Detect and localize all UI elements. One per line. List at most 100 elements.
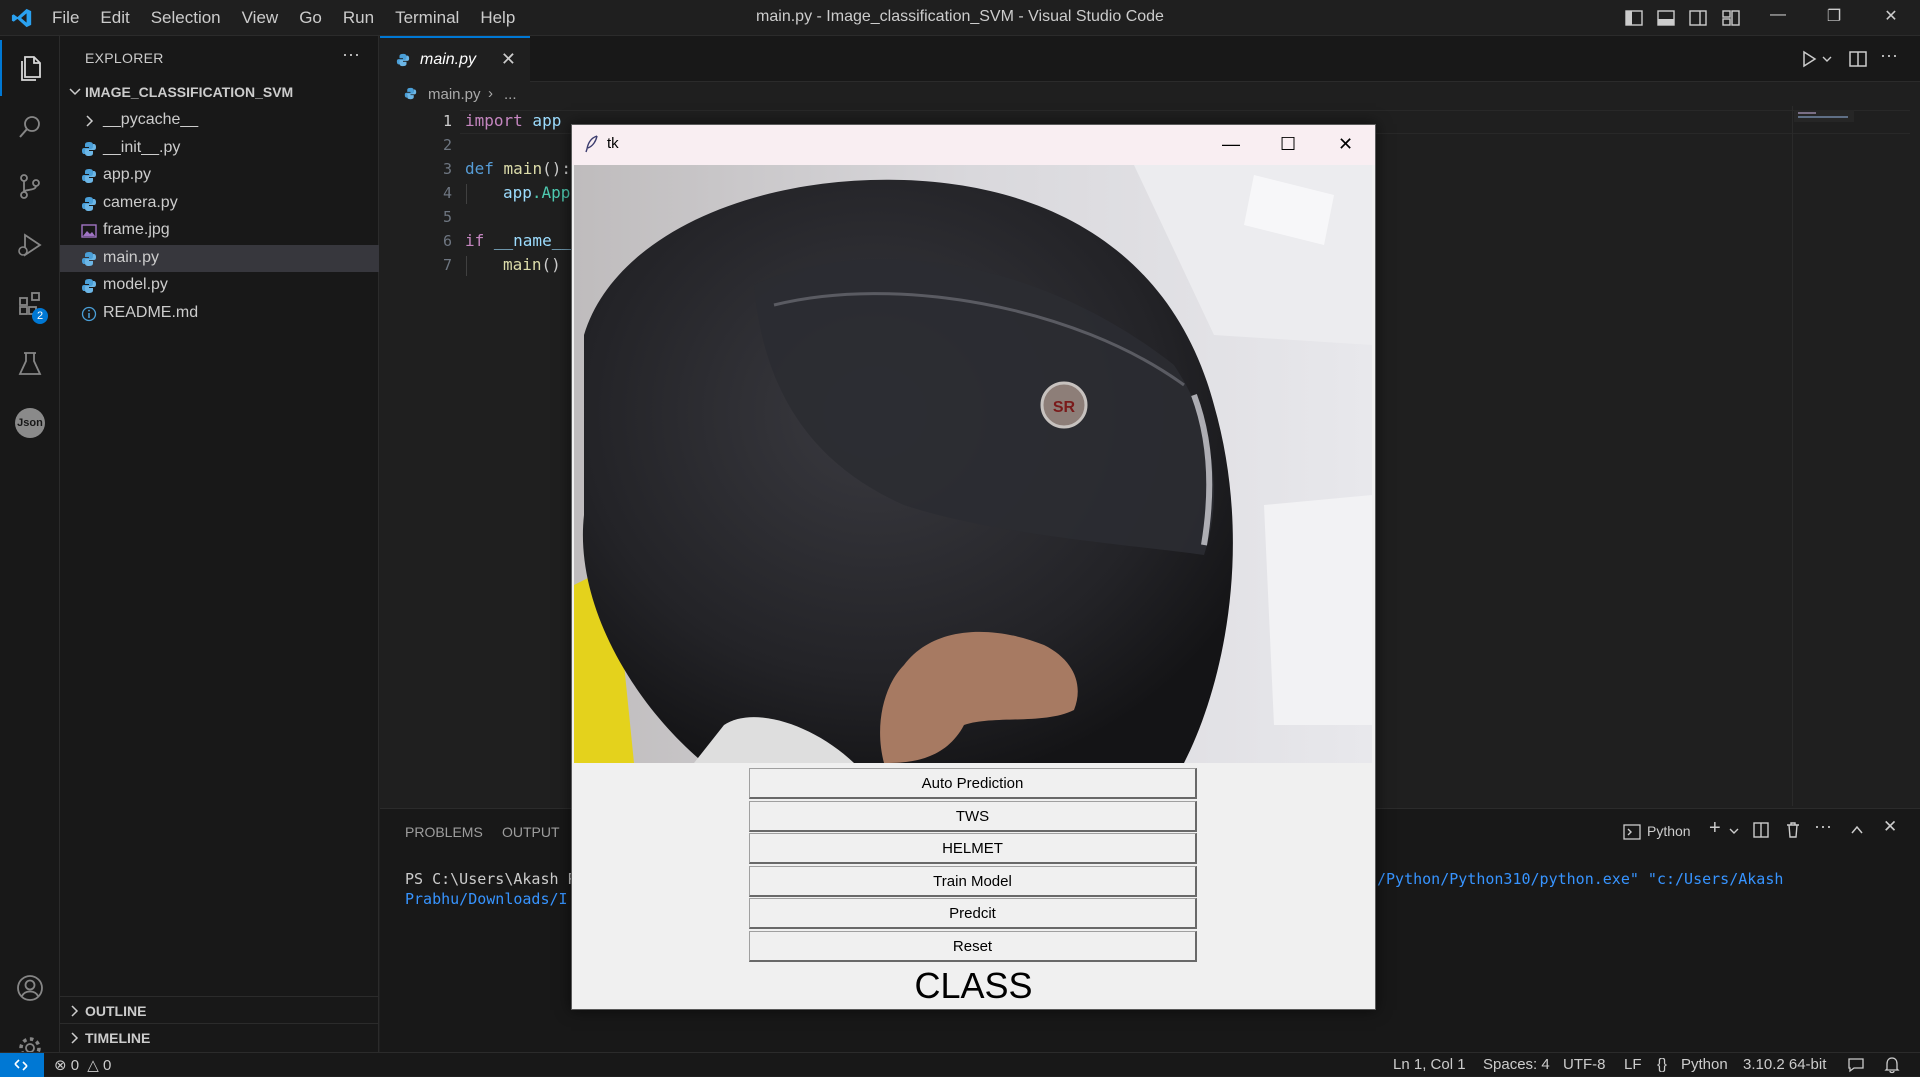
terminal-selector[interactable]: Python [1623, 821, 1693, 843]
code-line-3: def main(): [465, 159, 571, 178]
code-line-6: if __name__ [465, 231, 571, 250]
python-file-icon [82, 142, 96, 156]
reset-button[interactable]: Reset [749, 931, 1197, 962]
train-model-button[interactable]: Train Model [749, 866, 1197, 897]
more-actions-icon[interactable]: ··· [1814, 816, 1832, 837]
chevron-right-icon [71, 1005, 79, 1017]
chevron-right-icon [71, 1032, 79, 1044]
chevron-down-icon[interactable] [1729, 826, 1739, 836]
customize-layout-icon[interactable] [1721, 8, 1741, 28]
tab-close-icon[interactable]: ✕ [501, 49, 516, 70]
minimap[interactable] [1794, 110, 1854, 122]
auto-prediction-button[interactable]: Auto Prediction [749, 768, 1197, 799]
tree-file-init[interactable]: __init__.py [60, 135, 379, 162]
tab-output[interactable]: OUTPUT [502, 824, 560, 840]
timeline-section[interactable]: TIMELINE [60, 1023, 379, 1050]
breadcrumb-symbol[interactable]: ... [504, 86, 517, 103]
tab-main-py[interactable]: main.py ✕ [380, 36, 530, 82]
toggle-secondary-sidebar-icon[interactable] [1688, 8, 1708, 28]
menu-edit[interactable]: Edit [100, 8, 129, 28]
tk-maximize-icon[interactable]: ☐ [1280, 134, 1296, 155]
line-number: 5 [442, 208, 452, 226]
menu-run[interactable]: Run [343, 8, 374, 28]
menu-selection[interactable]: Selection [151, 8, 221, 28]
tree-file-app[interactable]: app.py [60, 162, 379, 189]
class-result-label: CLASS [914, 965, 1033, 1006]
tws-button[interactable]: TWS [749, 801, 1197, 832]
line-number: 6 [442, 232, 452, 250]
toggle-panel-icon[interactable] [1656, 8, 1676, 28]
tree-file-camera[interactable]: camera.py [60, 190, 379, 217]
problems-status[interactable]: ⊗ 0 △ 0 [54, 1056, 111, 1074]
line-number: 7 [442, 256, 452, 274]
tab-problems[interactable]: PROBLEMS [405, 824, 483, 840]
encoding-status[interactable]: UTF-8 [1563, 1056, 1606, 1073]
helmet-button[interactable]: HELMET [749, 833, 1197, 864]
cursor-position[interactable]: Ln 1, Col 1 [1393, 1056, 1466, 1073]
more-actions-icon[interactable]: ··· [342, 44, 360, 65]
outline-section[interactable]: OUTLINE [60, 996, 379, 1023]
workspace-root-folder[interactable]: IMAGE_CLASSIFICATION_SVM [60, 80, 379, 104]
tree-file-model[interactable]: model.py [60, 272, 379, 299]
tree-file-main[interactable]: main.py [60, 245, 379, 272]
explorer-activity-icon[interactable] [0, 40, 60, 96]
extensions-badge: 2 [32, 308, 48, 324]
toggle-primary-sidebar-icon[interactable] [1624, 8, 1644, 28]
minimize-icon[interactable]: — [1763, 6, 1793, 30]
menu-file[interactable]: File [52, 8, 79, 28]
terminal-icon [1623, 824, 1641, 840]
tree-folder-pycache[interactable]: __pycache__ [60, 107, 379, 134]
search-activity-icon[interactable] [0, 99, 60, 155]
feedback-icon[interactable] [1847, 1057, 1865, 1073]
camera-feed: SR [574, 165, 1372, 763]
run-debug-icon[interactable] [0, 217, 60, 273]
maximize-panel-icon[interactable] [1850, 823, 1864, 837]
eol-status[interactable]: LF [1624, 1056, 1642, 1073]
indent-guide [466, 256, 467, 276]
python-file-icon [82, 197, 96, 211]
split-editor-icon[interactable] [1848, 49, 1868, 69]
menu-view[interactable]: View [242, 8, 279, 28]
tk-minimize-icon[interactable]: — [1222, 134, 1240, 155]
line-number: 1 [442, 112, 452, 130]
tk-window-title: tk [607, 135, 619, 152]
accounts-icon[interactable] [0, 960, 60, 1016]
braces-icon: {} [1657, 1056, 1668, 1073]
terminal-command-right: /Python/Python310/python.exe" "c:/Users/… [1377, 870, 1784, 888]
language-mode[interactable]: Python [1681, 1056, 1728, 1073]
split-terminal-icon[interactable] [1752, 821, 1770, 839]
error-icon: ⊗ [54, 1057, 67, 1074]
tree-file-frame[interactable]: frame.jpg [60, 217, 379, 244]
source-control-icon[interactable] [0, 158, 60, 214]
notifications-bell-icon[interactable] [1884, 1056, 1900, 1074]
json-extension-icon[interactable]: Json [0, 395, 60, 451]
breadcrumb-file[interactable]: main.py [428, 86, 481, 103]
extensions-icon[interactable]: 2 [0, 276, 60, 332]
run-file-icon[interactable] [1800, 50, 1818, 68]
menu-go[interactable]: Go [299, 8, 322, 28]
menu-terminal[interactable]: Terminal [395, 8, 459, 28]
python-interpreter[interactable]: 3.10.2 64-bit [1743, 1056, 1826, 1073]
terminal-command-line-2: Prabhu/Downloads/I [405, 890, 568, 908]
tk-title-bar: tk — ☐ ✕ [572, 125, 1375, 165]
python-file-icon [82, 252, 96, 266]
close-icon[interactable]: ✕ [1876, 6, 1906, 30]
remote-indicator[interactable] [0, 1053, 44, 1077]
trash-icon[interactable] [1784, 821, 1802, 839]
tk-close-icon[interactable]: ✕ [1338, 134, 1353, 155]
new-terminal-icon[interactable]: + [1709, 817, 1721, 840]
chevron-down-icon[interactable] [1822, 54, 1832, 64]
code-line-7: main() [503, 255, 561, 274]
predict-button[interactable]: Predcit [749, 898, 1197, 929]
restore-icon[interactable]: ❐ [1819, 6, 1849, 30]
vscode-logo-icon [11, 8, 32, 28]
code-line-4: app.App [503, 183, 571, 202]
testing-flask-icon[interactable] [0, 336, 60, 392]
more-actions-icon[interactable]: ··· [1880, 45, 1898, 66]
tree-file-readme[interactable]: README.md [60, 300, 379, 327]
tk-app-window: tk — ☐ ✕ SR Auto Prediction TWS HELMET T… [571, 124, 1376, 1010]
close-panel-icon[interactable]: ✕ [1883, 817, 1897, 837]
menu-help[interactable]: Help [480, 8, 515, 28]
indentation-status[interactable]: Spaces: 4 [1483, 1056, 1550, 1073]
indent-guide [466, 184, 467, 204]
